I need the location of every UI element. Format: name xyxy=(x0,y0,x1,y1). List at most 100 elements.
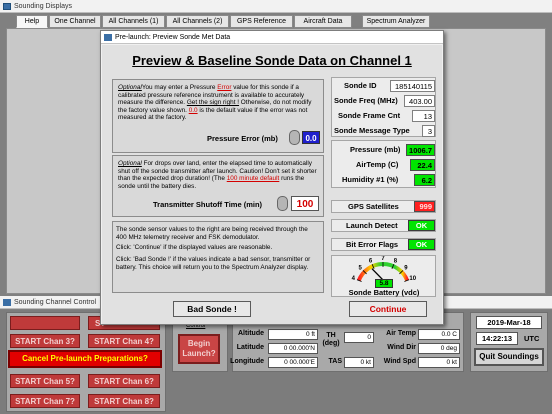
pressure-error-box: OptionalYou may enter a Pressure Error v… xyxy=(112,79,324,153)
altitude-label: Altitude xyxy=(237,330,264,337)
tas-label: TAS xyxy=(328,358,342,365)
prelaunch-dialog: Pre-launch: Preview Sonde Met Data Previ… xyxy=(100,30,444,325)
sonde-frame-label: Sonde Frame Cnt xyxy=(338,111,401,120)
sonde-msgtype-label: Sonde Message Type xyxy=(334,126,410,135)
pressure-text-1: You may enter a Pressure xyxy=(141,84,218,91)
shutoff-label: Transmitter Shutoff Time (min) xyxy=(153,200,263,209)
start-chan-8-button[interactable]: START Chan 8? xyxy=(88,394,160,408)
tab-spectrum-analyzer[interactable]: Spectrum Analyzer xyxy=(362,15,430,28)
pressure-error-text: OptionalYou may enter a Pressure Error v… xyxy=(118,84,318,122)
winddir-value: 0 deg xyxy=(418,343,460,354)
bit-error-box: Bit Error Flags OK xyxy=(331,238,436,251)
timezone-label: UTC xyxy=(524,334,540,343)
tab-bar: Help One Channel All Channels (1) All Ch… xyxy=(6,15,546,29)
tab-help[interactable]: Help xyxy=(16,15,48,28)
longitude-label: Longitude xyxy=(230,358,264,365)
channel-control-panel: ST START Chan 3? START Chan 4? Cancel Pr… xyxy=(0,310,552,414)
dialog-heading: Preview & Baseline Sonde Data on Channel… xyxy=(132,53,412,68)
optional-label: Optional xyxy=(118,84,142,91)
tab-gps-reference[interactable]: GPS Reference xyxy=(230,15,293,28)
pressure-label: Pressure (mb) xyxy=(350,145,401,154)
sonde-freq-label: Sonde Freq (MHz) xyxy=(334,96,398,105)
default-value-text: 0.0 xyxy=(188,106,198,114)
app-icon xyxy=(3,3,11,10)
start-chan-6-button[interactable]: START Chan 6? xyxy=(88,374,160,388)
bad-sonde-button[interactable]: Bad Sonde ! xyxy=(173,301,251,317)
airtemp-value: 0.0 C xyxy=(418,329,460,340)
airtemp-label: AirTemp (C) xyxy=(356,160,399,169)
app-icon xyxy=(3,299,11,306)
start-chan-4-button[interactable]: START Chan 4? xyxy=(88,334,160,348)
start-chan-5-button[interactable]: START Chan 5? xyxy=(10,374,80,388)
airtemp-value: 22.4 xyxy=(410,159,435,171)
sonde-frame-value: 13 xyxy=(412,110,435,122)
pressure-value: 1006.7 xyxy=(406,144,435,156)
shutoff-box: Optional For drops over land, enter the … xyxy=(112,155,324,217)
longitude-value: 0 00.000'E xyxy=(268,357,318,368)
humidity-value: 6.2 xyxy=(414,174,435,186)
bit-error-label: Bit Error Flags xyxy=(346,240,399,249)
tab-all-channels-2[interactable]: All Channels (2) xyxy=(166,15,229,28)
default-link[interactable]: 100 minute default xyxy=(227,175,280,182)
info-text-3: Click: 'Bad Sonde !' if the values indic… xyxy=(116,256,311,271)
gps-satellites-value: 999 xyxy=(414,201,435,212)
info-text-1: The sonde sensor values to the right are… xyxy=(116,226,308,241)
begin-launch-button[interactable]: Begin Launch? xyxy=(178,334,220,364)
battery-label: Sonde Battery (vdc) xyxy=(348,288,420,297)
info-text-2: Click: 'Continue' if the displayed value… xyxy=(116,244,273,251)
bit-error-value: OK xyxy=(408,239,435,250)
info-box: The sonde sensor values to the right are… xyxy=(112,221,324,293)
shutoff-input[interactable]: 100 xyxy=(291,196,319,211)
tas-value: 0 kt xyxy=(344,357,374,368)
gauge-tick-label: 4 xyxy=(352,276,356,282)
sonde-id-value: 185140115 xyxy=(390,80,435,92)
winddir-label: Wind Dir xyxy=(387,344,416,351)
tab-all-channels-1[interactable]: All Channels (1) xyxy=(102,15,165,28)
met-values-box: Pressure (mb) 1006.7 AirTemp (C) 22.4 Hu… xyxy=(331,140,436,188)
dialog-body: Preview & Baseline Sonde Data on Channel… xyxy=(102,45,442,324)
windspd-label: Wind Spd xyxy=(383,358,416,365)
sonde-msgtype-value: 3 xyxy=(422,125,435,137)
start-chan-1-button[interactable] xyxy=(10,316,80,330)
dialog-title: Pre-launch: Preview Sonde Met Data xyxy=(115,34,231,41)
latitude-label: Latitude xyxy=(236,344,264,351)
optional-label-2: Optional xyxy=(118,160,142,167)
error-word: Error xyxy=(217,84,232,91)
time-display: 14:22:13 xyxy=(476,332,518,345)
start-chan-7-button[interactable]: START Chan 7? xyxy=(10,394,80,408)
tab-one-channel[interactable]: One Channel xyxy=(49,15,101,28)
pressure-error-input[interactable]: 0.0 xyxy=(302,131,320,144)
altitude-value: 0 ft xyxy=(268,329,318,340)
gauge-tick-label: 7 xyxy=(381,256,385,262)
gps-satellites-box: GPS Satellites 999 xyxy=(331,200,436,213)
gauge-tick-label: 5 xyxy=(358,266,362,272)
main-titlebar: Sounding Displays xyxy=(0,0,552,13)
battery-value: 5.8 xyxy=(375,279,393,288)
pressure-error-spinner[interactable] xyxy=(289,130,300,145)
gauge-tick-label: 10 xyxy=(409,276,416,282)
dialog-app-icon xyxy=(104,34,112,41)
quit-soundings-button[interactable]: Quit Soundings xyxy=(474,348,544,366)
th-label: TH (deg) xyxy=(322,332,340,347)
th-value: 0 xyxy=(344,332,374,343)
tab-aircraft-data[interactable]: Aircraft Data xyxy=(294,15,352,28)
start-chan-3-button[interactable]: START Chan 3? xyxy=(10,334,80,348)
sign-right-text: Get the sign right ! xyxy=(186,99,240,106)
dialog-titlebar: Pre-launch: Preview Sonde Met Data xyxy=(101,31,443,44)
gauge-tick-label: 9 xyxy=(404,266,408,272)
windspd-value: 0 kt xyxy=(418,357,460,368)
sonde-id-label: Sonde ID xyxy=(344,81,377,90)
pressure-error-label: Pressure Error (mb) xyxy=(207,134,278,143)
humidity-label: Humidity #1 (%) xyxy=(342,175,399,184)
continue-button[interactable]: Continue xyxy=(349,301,427,317)
battery-gauge-box: 4 5 6 7 8 9 10 5.8 Sonde Battery (vdc) xyxy=(331,255,436,297)
cancel-prelaunch-button[interactable]: Cancel Pre-launch Preparations? xyxy=(8,350,162,368)
shutoff-text: Optional For drops over land, enter the … xyxy=(118,160,318,190)
sonde-freq-value: 403.00 xyxy=(404,95,435,107)
gps-satellites-label: GPS Satellites xyxy=(348,202,399,211)
launch-detect-value: OK xyxy=(408,220,435,231)
airtemp-label: Air Temp xyxy=(386,330,416,337)
main-title-text: Sounding Displays xyxy=(14,3,72,10)
sonde-info-box: Sonde ID 185140115 Sonde Freq (MHz) 403.… xyxy=(331,77,436,137)
shutoff-spinner[interactable] xyxy=(277,196,288,211)
